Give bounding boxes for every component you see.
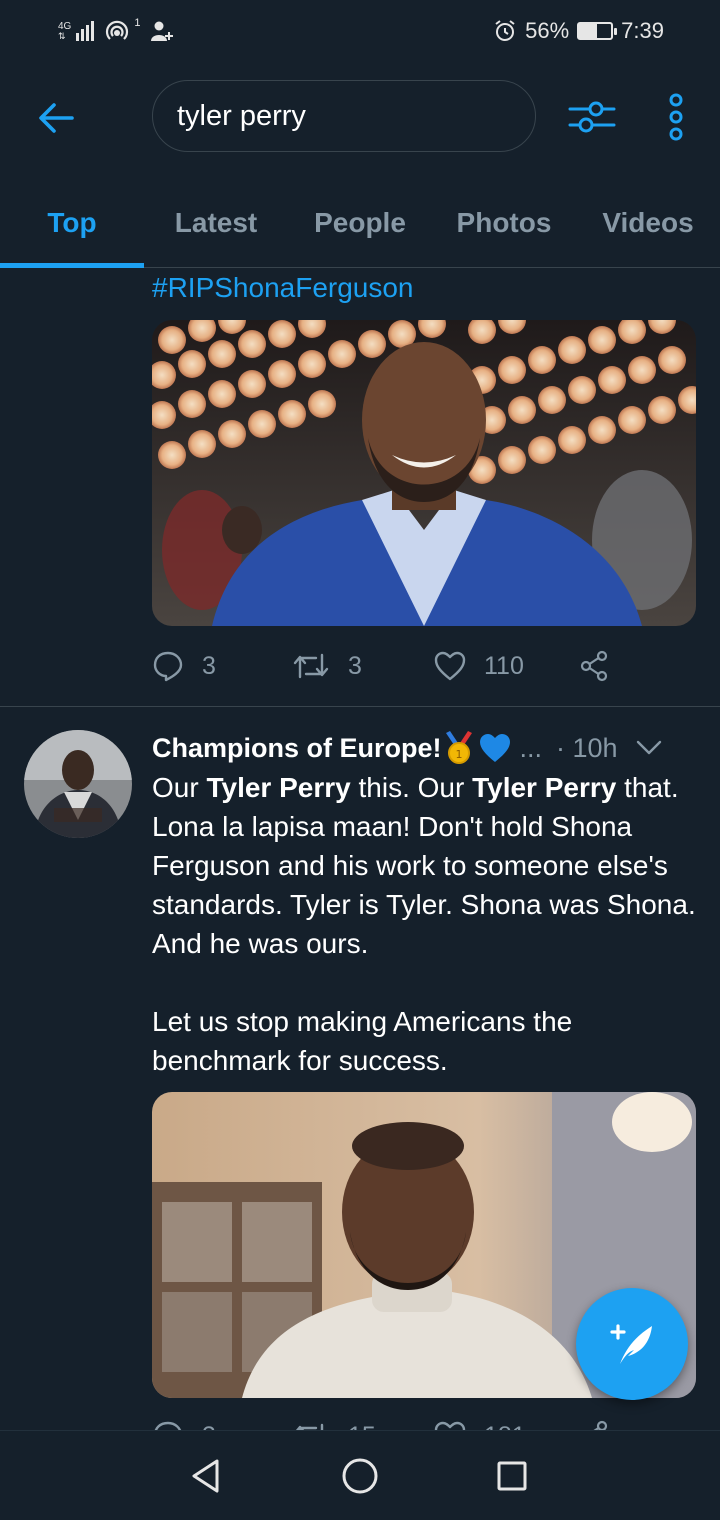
display-name[interactable]: Champions of Europe! [152, 733, 442, 764]
share-button[interactable] [578, 1420, 610, 1430]
tweet-text-part: Our [152, 772, 207, 803]
retweet-button[interactable]: 15 [292, 1421, 434, 1430]
tab-latest[interactable]: Latest [144, 178, 288, 267]
circle-home-icon [342, 1458, 378, 1494]
share-button[interactable] [578, 650, 610, 682]
sim-indicator: 1 [134, 17, 141, 29]
search-input[interactable] [177, 99, 507, 133]
compose-tweet-button[interactable] [576, 1288, 688, 1400]
search-box[interactable] [152, 80, 536, 152]
square-recents-icon [497, 1461, 527, 1491]
tab-photos[interactable]: Photos [432, 178, 576, 267]
chevron-down-icon[interactable] [636, 740, 662, 756]
tweet-photo[interactable] [152, 320, 696, 626]
like-button[interactable]: 110 [434, 651, 578, 681]
share-icon [593, 1420, 608, 1430]
tweet-time: · 10h [556, 732, 618, 763]
status-right: 56% 7:39 [493, 14, 664, 48]
reply-button[interactable]: 3 [152, 650, 292, 682]
person-add-icon [151, 21, 174, 41]
clock: 7:39 [621, 18, 664, 43]
nav-home-button[interactable] [330, 1446, 390, 1506]
search-tabs: Top Latest People Photos Videos [0, 178, 720, 268]
more-options-button[interactable] [656, 90, 696, 144]
retweet-icon [293, 653, 329, 679]
tab-videos[interactable]: Videos [576, 178, 720, 267]
tweet-text-part: this. Our [350, 772, 473, 803]
signal-icon: 4G ⇅ [58, 21, 95, 41]
like-count: 181 [484, 1422, 526, 1431]
heart-icon [434, 651, 466, 681]
search-term-highlight: Tyler Perry [472, 772, 617, 803]
more-vertical-icon [669, 93, 683, 141]
system-navigation-bar [0, 1430, 720, 1520]
heart-icon [434, 1421, 466, 1430]
search-filter-button[interactable] [566, 94, 618, 140]
tweet-actions: 3 15 181 [152, 1416, 622, 1430]
tweet-header: Champions of Europe! 1 ... · 10h [152, 728, 700, 768]
search-results-feed: #RIPShonaFerguson 3 3 110 Champions of E… [0, 268, 720, 1430]
reply-icon [153, 651, 183, 682]
status-bar: 4G ⇅ 1 56% 7:39 [0, 0, 720, 60]
reply-button[interactable]: 3 [152, 1420, 292, 1430]
back-button[interactable] [34, 96, 78, 140]
nav-back-button[interactable] [176, 1446, 236, 1506]
avatar[interactable] [24, 730, 132, 838]
nav-recents-button[interactable] [482, 1446, 542, 1506]
arrow-left-icon [39, 103, 74, 133]
reply-count: 3 [202, 1422, 216, 1431]
triangle-back-icon [192, 1459, 219, 1493]
reply-count: 3 [202, 651, 216, 680]
hotspot-icon [106, 20, 129, 40]
compose-feather-icon [610, 1324, 652, 1364]
battery-level [579, 24, 598, 38]
retweet-icon [295, 1423, 324, 1430]
avatar-photo [24, 730, 132, 838]
tweet-text-part: that. Lona la lapisa maan! Don't hold Sh… [152, 772, 696, 1076]
svg-text:1: 1 [455, 748, 462, 761]
sliders-icon [568, 101, 616, 133]
like-count: 110 [484, 651, 524, 680]
battery-percent: 56% [525, 18, 570, 43]
reply-icon [154, 1421, 182, 1430]
tweet-actions: 3 3 110 [152, 646, 622, 686]
search-term-highlight: Tyler Perry [206, 772, 351, 803]
retweet-count: 3 [348, 651, 362, 680]
tab-people[interactable]: People [288, 178, 432, 267]
hashtag-link[interactable]: #RIPShonaFerguson [152, 272, 414, 304]
name-truncation: ... [519, 732, 543, 763]
share-icon [580, 650, 608, 682]
photo-man-blue-suit [152, 320, 696, 626]
retweet-count: 15 [348, 1422, 376, 1431]
search-header [0, 60, 720, 178]
tweet-divider [0, 706, 720, 707]
like-button[interactable]: 181 [434, 1421, 578, 1430]
retweet-button[interactable]: 3 [292, 651, 434, 681]
tab-top[interactable]: Top [0, 178, 144, 268]
battery-icon [577, 22, 618, 40]
tweet-text: Our Tyler Perry this. Our Tyler Perry th… [152, 768, 700, 1080]
medal-icon: 1 [445, 731, 472, 764]
alarm-icon [495, 20, 515, 41]
blue-heart-icon [479, 734, 510, 762]
status-left: 4G ⇅ 1 [58, 14, 174, 48]
